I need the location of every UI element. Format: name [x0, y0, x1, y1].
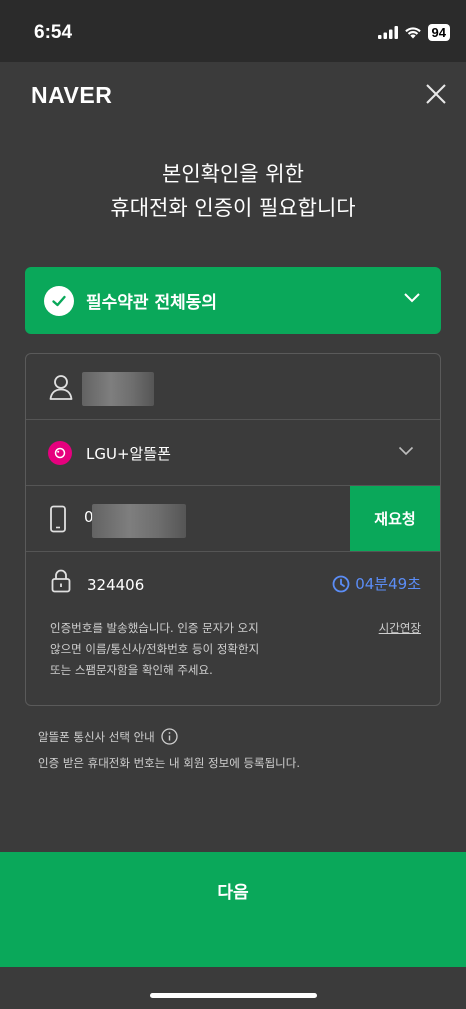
- status-time: 6:54: [34, 22, 73, 43]
- home-bar-area: [0, 967, 466, 1009]
- next-button-label: 다음: [217, 883, 249, 903]
- lock-icon: [51, 569, 71, 593]
- extend-time-link[interactable]: 시간연장: [379, 618, 421, 639]
- carrier-value: LGU+알뜰폰: [86, 445, 171, 463]
- title-line-2: 휴대전화 인증이 필요합니다: [110, 196, 356, 220]
- signal-icon: [377, 26, 398, 39]
- page-title: 본인확인을 위한 휴대전화 인증이 필요합니다: [0, 157, 466, 225]
- title-line-1: 본인확인을 위한: [162, 162, 304, 186]
- agree-all-terms-button[interactable]: 필수약관 전체동의: [25, 267, 441, 334]
- timer-text: 04분49초: [355, 575, 421, 593]
- phone-icon: [50, 505, 66, 533]
- main-content: NAVER 본인확인을 위한 휴대전화 인증이 필요합니다 필수약관 전체동의: [0, 62, 466, 852]
- registration-note: 인증 받은 휴대전화 번호는 내 회원 정보에 등록됩니다.: [38, 756, 301, 770]
- person-icon: [49, 375, 73, 400]
- check-icon: [44, 285, 74, 316]
- agree-all-label: 필수약관 전체동의: [86, 293, 218, 313]
- battery-indicator: 94: [427, 24, 450, 41]
- wifi-icon: [404, 27, 421, 39]
- clock-icon: [332, 575, 350, 592]
- name-value-redacted: [82, 372, 154, 406]
- verification-code-input[interactable]: 324406: [87, 576, 144, 594]
- info-icon[interactable]: [161, 728, 178, 745]
- mvno-guide-label: 알뜰폰 통신사 선택 안내: [38, 729, 155, 744]
- home-indicator[interactable]: [150, 993, 317, 998]
- chevron-down-icon: [398, 446, 414, 456]
- resend-button[interactable]: 재요청: [350, 486, 440, 551]
- notice-line: 인증번호를 발송했습니다. 인증 문자가 오지: [50, 621, 259, 635]
- phone-field[interactable]: 0 재요청: [26, 486, 440, 552]
- notice-line: 않으면 이름/통신사/전화번호 등이 정확한지: [50, 642, 260, 656]
- name-field[interactable]: [26, 354, 440, 420]
- status-bar: 6:54 94: [0, 0, 466, 62]
- verification-form: LGU+알뜰폰 0 재요청 324406 04분49초 인증번호를 발송했습니다…: [25, 353, 441, 706]
- verification-notice: 인증번호를 발송했습니다. 인증 문자가 오지 않으면 이름/통신사/전화번호 …: [50, 618, 350, 681]
- next-button[interactable]: 다음: [0, 852, 466, 967]
- mvno-guide-link[interactable]: 알뜰폰 통신사 선택 안내: [38, 728, 178, 745]
- lgu-logo-icon: [48, 441, 72, 465]
- chevron-down-icon[interactable]: [403, 292, 421, 304]
- countdown-timer: 04분49초: [332, 573, 421, 594]
- naver-logo: NAVER: [31, 82, 113, 108]
- phone-value-redacted: [92, 504, 186, 538]
- close-icon[interactable]: [422, 80, 450, 108]
- status-icons: 94: [377, 24, 450, 41]
- carrier-select[interactable]: LGU+알뜰폰: [26, 420, 440, 486]
- notice-line: 또는 스팸문자함을 확인해 주세요.: [50, 663, 213, 677]
